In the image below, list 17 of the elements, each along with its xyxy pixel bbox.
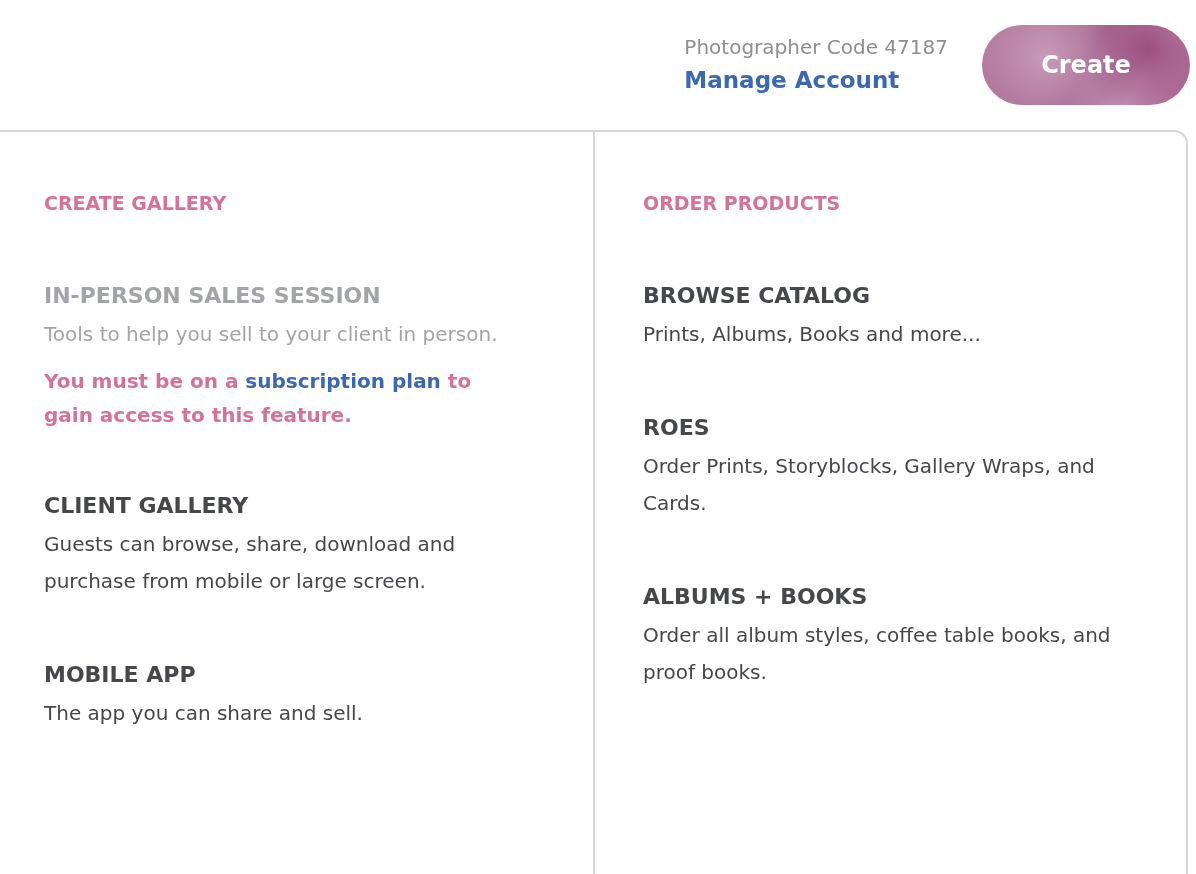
- menu-item-description: Tools to help you sell to your client in person.: [44, 321, 499, 348]
- subscription-notice: You must be on a subscription plan to gain access to this feature.: [44, 367, 473, 429]
- section-heading: ORDER PRODUCTS: [643, 191, 842, 216]
- menu-item-title[interactable]: ROES: [643, 413, 1123, 442]
- menu-item-description: Order all album styles, coffee table books, and proof books.: [643, 621, 1112, 686]
- section-heading: CREATE GALLERY: [44, 191, 228, 216]
- menu-item-description: Order Prints, Storyblocks, Gallery Wraps, and Cards.: [643, 452, 1096, 517]
- menu-item-title[interactable]: ALBUMS + BOOKS: [643, 582, 1123, 611]
- menu-item-description: The app you can share and sell.: [44, 699, 364, 727]
- photographer-code: Photographer Code 47187: [684, 35, 948, 59]
- menu-item-title[interactable]: MOBILE APP: [44, 660, 524, 689]
- menu-item-title[interactable]: CLIENT GALLERY: [44, 491, 524, 520]
- manage-account-link[interactable]: Manage Account: [684, 67, 900, 93]
- menu-item-title: IN-PERSON SALES SESSION: [44, 282, 382, 310]
- menu-item-description: Prints, Albums, Books and more...: [643, 321, 982, 348]
- menu-item-title[interactable]: BROWSE CATALOG: [643, 282, 1123, 310]
- menu-item-description: Guests can browse, share, download and purchase from mobile or large screen.: [44, 530, 457, 595]
